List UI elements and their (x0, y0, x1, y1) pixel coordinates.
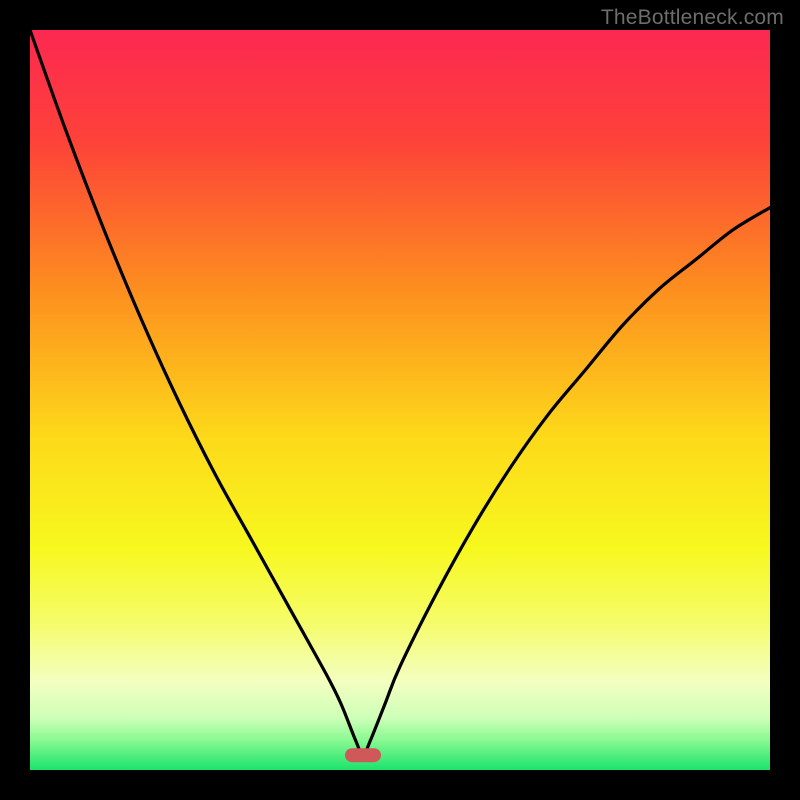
chart-canvas (30, 30, 770, 770)
plot-area (30, 30, 770, 770)
watermark-text: TheBottleneck.com (601, 6, 784, 30)
gradient-background (30, 30, 770, 770)
optimal-marker (345, 748, 381, 762)
chart-frame: TheBottleneck.com (0, 0, 800, 800)
